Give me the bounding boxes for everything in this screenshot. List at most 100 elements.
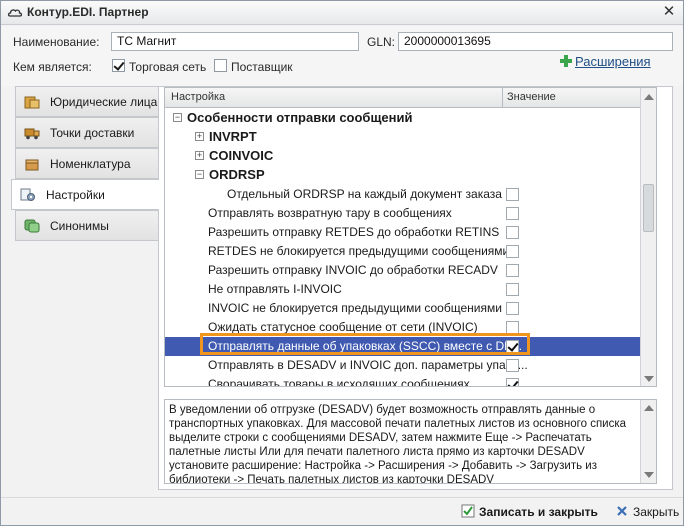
setting-label: ORDRSP (209, 167, 265, 182)
table-row[interactable]: INVOIC не блокируется предыдущими сообще… (165, 299, 656, 318)
description-box: В уведомлении об отгрузке (DESADV) будет… (164, 399, 657, 484)
name-field[interactable]: ТС Магнит (111, 32, 359, 51)
setting-label: Отправлять возвратную тару в сообщениях (208, 206, 452, 220)
extensions-link[interactable]: Расширения (575, 54, 651, 69)
setting-label: RETDES не блокируется предыдущими сообще… (208, 244, 510, 258)
setting-value-checkbox[interactable] (506, 264, 519, 277)
add-plus-icon (560, 55, 572, 67)
column-separator (502, 88, 503, 108)
setting-value-checkbox[interactable] (506, 321, 519, 334)
table-row[interactable]: Отправлять возвратную тару в сообщениях (165, 204, 656, 223)
table-row[interactable]: Отправлять в DESADV и INVOIC доп. параме… (165, 356, 656, 375)
setting-label: Ожидать статусное сообщение от сети (INV… (208, 320, 478, 334)
setting-label: Отправлять данные об упаковках (SSCC) вм… (208, 339, 523, 353)
setting-value-checkbox[interactable] (506, 302, 519, 315)
tab-label: Синонимы (50, 219, 109, 233)
table-row[interactable]: Ожидать статусное сообщение от сети (INV… (165, 318, 656, 337)
column-header-setting[interactable]: Настройка (171, 91, 225, 103)
header-form: Наименование: ТС Магнит GLN: 20000000136… (1, 26, 683, 86)
close-window-icon[interactable]: ✕ (661, 4, 677, 20)
tab-label: Юридические лица (50, 95, 158, 109)
synonyms-icon (24, 219, 40, 233)
collapse-minus-icon[interactable]: − (195, 170, 204, 179)
close-label: Закрыть (633, 505, 680, 519)
setting-label: COINVOIC (209, 148, 274, 163)
app-logo-icon (7, 9, 23, 17)
table-row[interactable]: Отдельный ORDRSP на каждый документ зака… (165, 185, 656, 204)
table-row[interactable]: − Особенности отправки сообщений (165, 109, 656, 128)
setting-value-checkbox[interactable] (506, 226, 519, 239)
delivery-truck-icon (24, 128, 40, 140)
scroll-thumb[interactable] (643, 184, 654, 232)
settings-icon (20, 188, 35, 201)
tab-label: Точки доставки (50, 126, 135, 140)
setting-label: Отправлять в DESADV и INVOIC доп. параме… (208, 358, 528, 372)
box-icon (25, 159, 39, 171)
setting-label: INVOIC не блокируется предыдущими сообще… (208, 301, 502, 315)
description-text: В уведомлении об отгрузке (DESADV) будет… (169, 404, 627, 484)
setting-label: Отдельный ORDRSP на каждый документ зака… (227, 187, 502, 201)
tab-label: Номенклатура (50, 157, 131, 171)
retail-network-label: Торговая сеть (129, 60, 207, 74)
tab-delivery-points[interactable]: Точки доставки (15, 117, 158, 148)
expand-plus-icon[interactable]: + (195, 151, 204, 160)
gln-field[interactable]: 2000000013695 (398, 32, 673, 51)
scroll-up-icon[interactable] (644, 94, 654, 100)
window-title: Контур.EDI. Партнер (27, 5, 149, 19)
setting-value-checkbox[interactable] (506, 283, 519, 296)
save-icon (461, 504, 475, 518)
settings-grid: Настройка Значение − Особенности отправки… (164, 87, 657, 387)
collapse-minus-icon[interactable]: − (173, 113, 182, 122)
save-and-close-button[interactable]: Записать и закрыть (461, 504, 598, 519)
settings-panel: Настройка Значение − Особенности отправки… (158, 86, 673, 490)
tab-settings[interactable]: Настройки (11, 179, 159, 210)
supplier-checkbox[interactable] (214, 59, 227, 72)
setting-label: Разрешить отправку RETDES до обработки R… (208, 225, 500, 239)
description-scrollbar[interactable] (640, 400, 656, 483)
gln-label: GLN: (367, 35, 396, 49)
setting-value-checkbox[interactable] (506, 207, 519, 220)
table-row[interactable]: Отправлять данные об упаковках (SSCC) вм… (165, 337, 656, 356)
role-label: Кем является: (13, 60, 92, 74)
close-icon (617, 506, 627, 516)
table-row[interactable]: Сворачивать товары в исходящих сообщения… (165, 375, 656, 387)
setting-label: Особенности отправки сообщений (187, 110, 413, 125)
retail-network-checkbox[interactable] (112, 59, 125, 72)
scroll-up-icon[interactable] (644, 405, 654, 411)
table-row[interactable]: − ORDRSP (165, 166, 656, 185)
tab-synonyms[interactable]: Синонимы (15, 210, 158, 241)
legal-entity-icon (24, 96, 40, 109)
table-row[interactable]: + INVRPT (165, 128, 656, 147)
tab-legal-entities[interactable]: Юридические лица (15, 86, 158, 117)
table-row[interactable]: Разрешить отправку INVOIC до обработки R… (165, 261, 656, 280)
tab-nomenclature[interactable]: Номенклатура (15, 148, 158, 179)
table-row[interactable]: RETDES не блокируется предыдущими сообще… (165, 242, 656, 261)
bottom-bar: Записать и закрыть Закрыть (1, 497, 683, 525)
scroll-down-icon[interactable] (644, 376, 654, 382)
partner-window: Контур.EDI. Партнер ✕ Наименование: ТС М… (0, 0, 684, 526)
tab-label: Настройки (46, 188, 105, 202)
setting-label: Разрешить отправку INVOIC до обработки R… (208, 263, 498, 277)
setting-value-checkbox[interactable] (506, 359, 519, 372)
grid-scrollbar[interactable] (640, 88, 656, 386)
sidebar-tabs: Юридические лица Точки доставки Номенкла… (11, 86, 161, 496)
expand-plus-icon[interactable]: + (195, 132, 204, 141)
setting-label: INVRPT (209, 129, 257, 144)
close-button[interactable]: Закрыть (615, 504, 679, 519)
setting-label: Не отправлять I-INVOIC (208, 282, 342, 296)
title-bar: Контур.EDI. Партнер ✕ (1, 1, 683, 25)
setting-value-checkbox[interactable] (506, 340, 519, 353)
save-and-close-label: Записать и закрыть (479, 505, 598, 519)
name-label: Наименование: (13, 35, 100, 49)
column-header-value[interactable]: Значение (507, 91, 556, 103)
supplier-label: Поставщик (231, 60, 293, 74)
setting-value-checkbox[interactable] (506, 188, 519, 201)
setting-label: Сворачивать товары в исходящих сообщения… (208, 377, 470, 387)
grid-header: Настройка Значение (165, 88, 656, 108)
table-row[interactable]: + COINVOIC (165, 147, 656, 166)
scroll-down-icon[interactable] (644, 472, 654, 478)
table-row[interactable]: Разрешить отправку RETDES до обработки R… (165, 223, 656, 242)
setting-value-checkbox[interactable] (506, 245, 519, 258)
table-row[interactable]: Не отправлять I-INVOIC (165, 280, 656, 299)
setting-value-checkbox[interactable] (506, 378, 519, 386)
